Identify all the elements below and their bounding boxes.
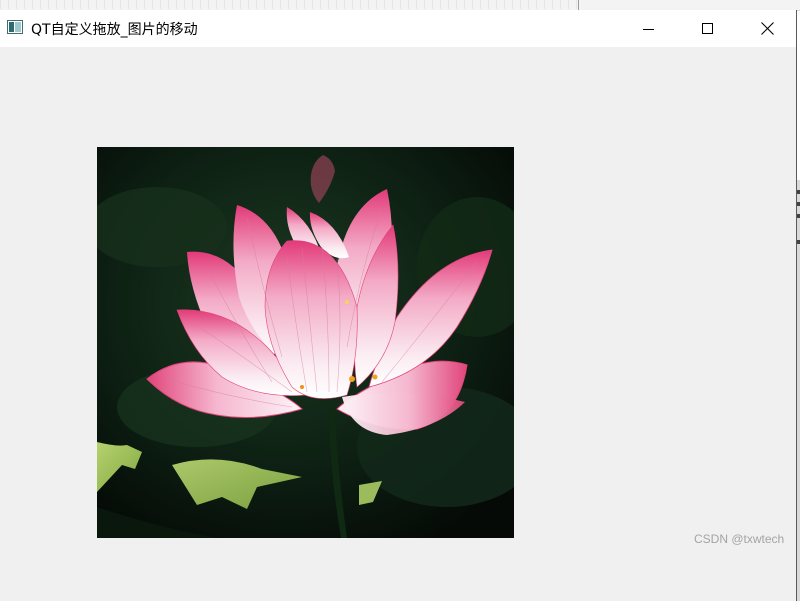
draggable-lotus-image[interactable] [97,147,514,538]
client-area[interactable] [0,47,796,601]
lotus-flower-picture [97,147,514,538]
background-separator [578,0,579,10]
minimize-button[interactable] [620,10,678,47]
title-bar[interactable]: QT自定义拖放_图片的移动 [0,10,796,47]
close-icon [760,22,774,35]
maximize-icon [702,22,713,34]
csdn-watermark: CSDN @txwtech [694,532,785,546]
background-ruler [0,0,578,9]
minimize-icon [643,28,654,30]
maximize-button[interactable] [679,10,737,47]
window-title: QT自定义拖放_图片的移动 [31,22,198,38]
close-button[interactable] [738,10,796,47]
app-window-icon [7,20,23,34]
app-window: QT自定义拖放_图片的移动 [0,10,797,601]
